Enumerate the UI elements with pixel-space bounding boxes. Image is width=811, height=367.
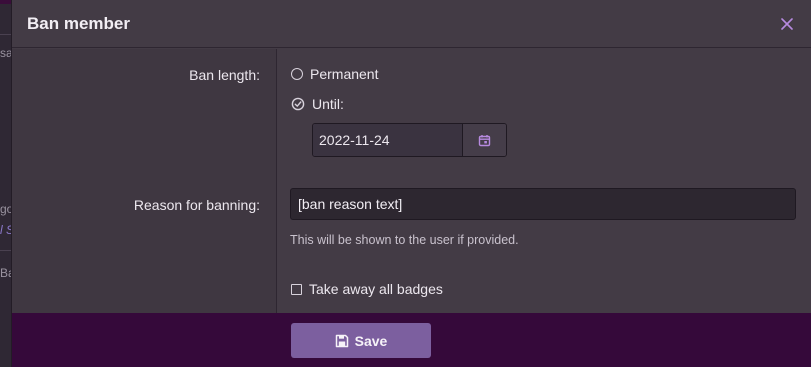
- radio-until-label: Until:: [312, 96, 344, 112]
- dialog-header: Ban member: [12, 0, 811, 48]
- radio-until[interactable]: Until:: [291, 96, 344, 112]
- field-column: Permanent Until: 2022-11-24 [ban reason …: [277, 49, 811, 313]
- close-icon: [781, 17, 793, 30]
- take-away-badges-checkbox[interactable]: Take away all badges: [291, 281, 443, 297]
- dialog-body: Ban length: Reason for banning: Permanen…: [12, 49, 811, 313]
- save-icon: [335, 334, 348, 347]
- checkbox-unchecked-icon: [291, 283, 302, 295]
- date-picker-button[interactable]: [463, 124, 506, 156]
- date-picker: [312, 123, 507, 157]
- save-button[interactable]: Save: [291, 323, 431, 358]
- take-away-badges-label: Take away all badges: [309, 281, 443, 297]
- ban-member-dialog: Ban member Ban length: Reason for bannin…: [11, 0, 811, 367]
- radio-checked-icon: [291, 97, 305, 111]
- radio-permanent[interactable]: Permanent: [291, 66, 378, 82]
- ban-length-label: Ban length:: [189, 67, 260, 83]
- close-button[interactable]: [763, 0, 811, 48]
- reason-input[interactable]: [290, 188, 796, 220]
- reason-label: Reason for banning:: [133, 197, 260, 213]
- dialog-title: Ban member: [27, 13, 130, 33]
- radio-unchecked-icon: [291, 68, 303, 80]
- ban-until-date-input[interactable]: [313, 124, 463, 156]
- dialog-footer: Save: [12, 313, 811, 367]
- reason-hint: This will be shown to the user if provid…: [290, 233, 519, 247]
- label-column: Ban length: Reason for banning:: [12, 49, 277, 313]
- calendar-icon: [478, 134, 491, 146]
- radio-permanent-label: Permanent: [310, 66, 379, 82]
- save-button-label: Save: [354, 332, 388, 349]
